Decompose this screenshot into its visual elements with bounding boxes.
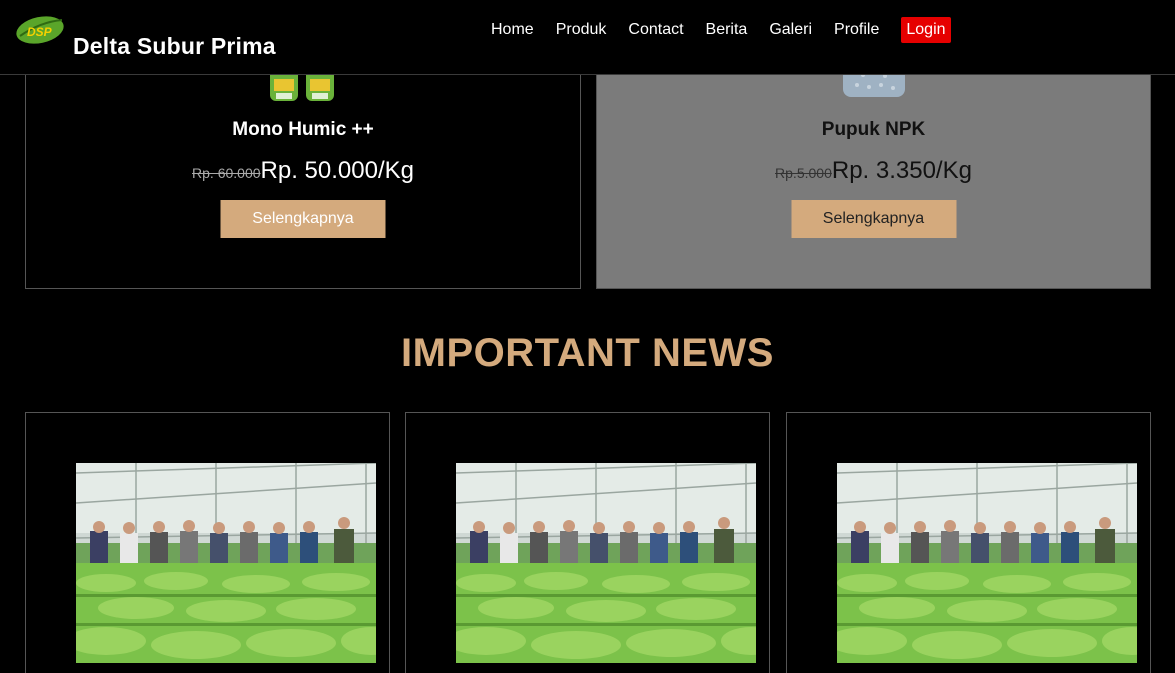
news-photo[interactable] — [456, 463, 756, 663]
site-header: DSP Delta Subur Prima Home Produk Contac… — [0, 0, 1175, 75]
svg-text:DSP: DSP — [27, 25, 53, 39]
product-card: Mono Humic ++ Rp. 60.000Rp. 50.000/Kg Se… — [25, 60, 581, 289]
nav-contact[interactable]: Contact — [617, 17, 694, 43]
news-card[interactable] — [405, 412, 770, 673]
product-price: Rp. 60.000Rp. 50.000/Kg — [26, 157, 580, 185]
nav-home[interactable]: Home — [480, 17, 545, 43]
news-photo[interactable] — [837, 463, 1137, 663]
current-price: Rp. 50.000/Kg — [260, 157, 414, 184]
nav-profile[interactable]: Profile — [823, 17, 890, 43]
login-button[interactable]: Login — [901, 17, 951, 43]
main-nav: Home Produk Contact Berita Galeri Profil… — [480, 17, 951, 43]
detail-button[interactable]: Selengkapnya — [791, 200, 956, 238]
news-card[interactable] — [25, 412, 390, 673]
nav-produk[interactable]: Produk — [545, 17, 618, 43]
section-title: IMPORTANT NEWS — [401, 331, 774, 375]
dsp-logo-icon[interactable]: DSP — [14, 12, 66, 48]
news-photo[interactable] — [76, 463, 376, 663]
news-card[interactable] — [786, 412, 1151, 673]
product-card: Pupuk NPK Rp.5.000Rp. 3.350/Kg Selengkap… — [596, 60, 1151, 289]
current-price: Rp. 3.350/Kg — [831, 157, 972, 184]
old-price: Rp.5.000 — [775, 165, 832, 181]
old-price: Rp. 60.000 — [192, 165, 261, 181]
nav-galeri[interactable]: Galeri — [758, 17, 823, 43]
nav-berita[interactable]: Berita — [695, 17, 759, 43]
product-name: Pupuk NPK — [821, 119, 926, 140]
product-name: Mono Humic ++ — [232, 119, 374, 140]
product-price: Rp.5.000Rp. 3.350/Kg — [597, 157, 1150, 185]
detail-button[interactable]: Selengkapnya — [220, 200, 386, 238]
brand-name[interactable]: Delta Subur Prima — [73, 33, 276, 60]
